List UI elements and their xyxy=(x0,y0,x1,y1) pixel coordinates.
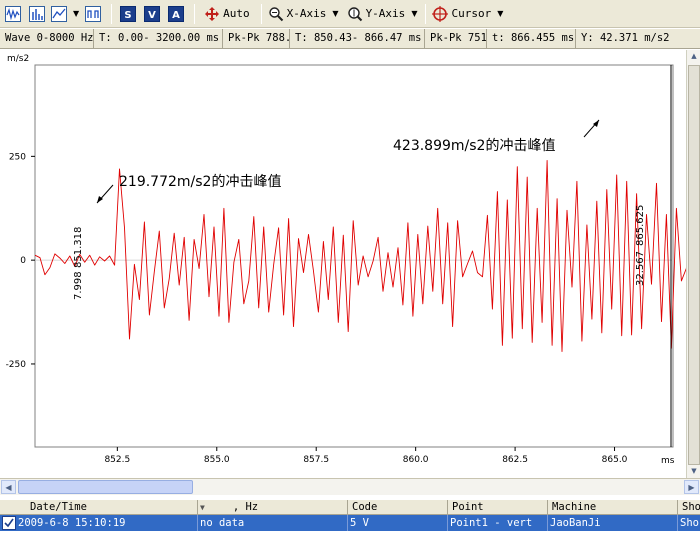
horizontal-scrollbar[interactable]: ◀ ▶ xyxy=(0,478,700,495)
filter-icon xyxy=(85,5,102,22)
spectrum-view-button[interactable] xyxy=(26,3,48,25)
plot-frame xyxy=(34,64,674,448)
record-checkbox-icon[interactable] xyxy=(2,516,16,530)
waveform-plot-area[interactable]: m/s2 ms 250 0 -250 852.5 855.0 857.5 860.0 862… xyxy=(0,50,700,478)
vertical-scale-button[interactable]: V xyxy=(141,3,163,25)
wave-range-readout: Wave 0-8000 Hz xyxy=(0,29,94,48)
cursor-time-range-readout: T: 850.43- 866.47 ms xyxy=(290,29,425,48)
toolbar: ▼ S V A Auto X-Axis ▼ Y-Axis ▼ Cursor ▼ xyxy=(0,0,700,28)
filter-button[interactable] xyxy=(82,3,104,25)
auto-scale-button[interactable]: Auto xyxy=(200,3,254,25)
x-axis-label: X-Axis xyxy=(286,7,327,20)
x-axis-ticks: 852.5 855.0 857.5 860.0 862.5 865.0 xyxy=(104,447,628,465)
x-axis-zoom-button[interactable]: X-Axis ▼ xyxy=(267,3,340,25)
dropdown-arrow-icon: ▼ xyxy=(411,9,418,18)
scale-icon: S xyxy=(120,5,137,22)
cell-extra: Sho xyxy=(680,517,699,529)
vibration-analyzer-window: ▼ S V A Auto X-Axis ▼ Y-Axis ▼ Cursor ▼ … xyxy=(0,0,700,533)
cursor-button[interactable]: Cursor ▼ xyxy=(431,3,504,25)
zoom-vertical-icon xyxy=(347,6,362,21)
cell-datetime: 2009-6-8 15:10:19 xyxy=(16,515,198,531)
time-range-readout: T: 0.00- 3200.00 ms xyxy=(94,29,223,48)
dropdown-arrow-icon: ▼ xyxy=(73,9,80,18)
waveform-icon xyxy=(5,5,21,22)
scroll-up-arrow-icon[interactable]: ▲ xyxy=(688,50,700,63)
move-arrows-icon xyxy=(205,6,220,21)
sort-arrow-icon: ▼ xyxy=(200,503,205,512)
y-axis-zoom-button[interactable]: Y-Axis ▼ xyxy=(346,3,419,25)
cell-frequency: no data xyxy=(198,515,348,531)
table-header-row: Date/Time ▼ , Hz Code Point Machine Sho xyxy=(0,499,700,515)
horizontal-scroll-thumb[interactable] xyxy=(18,480,193,494)
svg-text:S: S xyxy=(125,10,132,21)
chart-type-dropdown[interactable]: ▼ xyxy=(50,3,80,25)
cursor2-value-label: 32.567 xyxy=(635,251,646,286)
annotation-button[interactable]: A xyxy=(165,3,187,25)
column-header-point[interactable]: Point xyxy=(448,500,548,515)
cursor-t-readout: t: 866.455 ms xyxy=(487,29,576,48)
scale-button[interactable]: S xyxy=(117,3,139,25)
cursor2-time-label: 865.625 xyxy=(635,205,646,246)
cell-code: 5 V xyxy=(348,515,448,531)
cursor1-time-label: 851.318 xyxy=(73,227,84,268)
chart-type-icon xyxy=(51,5,67,22)
cursor-y-readout: Y: 42.371 m/s2 xyxy=(581,32,670,44)
column-header-frequency[interactable]: ▼ , Hz xyxy=(198,500,348,515)
vertical-scale-icon: V xyxy=(144,5,161,22)
y-tick-label: 250 xyxy=(9,152,26,162)
y-axis-ticks: 250 0 -250 xyxy=(6,152,35,370)
measurement-info-bar: Wave 0-8000 Hz T: 0.00- 3200.00 ms Pk-Pk… xyxy=(0,29,700,49)
annotation-label-2: 423.899m/s2的冲击峰值 xyxy=(393,138,555,154)
toolbar-separator xyxy=(194,3,196,24)
waveform-chart[interactable]: m/s2 ms 250 0 -250 852.5 855.0 857.5 860.0 862… xyxy=(0,50,700,478)
toolbar-separator xyxy=(260,3,262,24)
y-tick-label: -250 xyxy=(6,360,27,370)
y-axis-label: Y-Axis xyxy=(365,7,406,20)
x-tick-label: 860.0 xyxy=(403,455,429,465)
cell-point: Point1 - vert xyxy=(448,515,548,531)
x-tick-label: 855.0 xyxy=(204,455,230,465)
y-tick-label: 0 xyxy=(20,256,26,266)
cursor-label: Cursor xyxy=(451,7,492,20)
column-header-machine[interactable]: Machine xyxy=(548,500,678,515)
x-tick-label: 865.0 xyxy=(602,455,628,465)
svg-text:A: A xyxy=(172,10,180,21)
cell-machine: JaoBanJi xyxy=(548,515,678,531)
svg-text:V: V xyxy=(148,10,156,21)
toolbar-separator xyxy=(111,3,113,24)
table-row[interactable]: 2009-6-8 15:10:19 no data 5 V Point1 - v… xyxy=(0,515,700,531)
x-tick-label: 852.5 xyxy=(104,455,130,465)
spectrum-bars-icon xyxy=(29,5,45,22)
scroll-down-arrow-icon[interactable]: ▼ xyxy=(688,465,700,478)
x-tick-label: 857.5 xyxy=(303,455,329,465)
column-header-datetime[interactable]: Date/Time xyxy=(0,500,198,515)
x-axis-unit-label: ms xyxy=(661,456,675,466)
toolbar-separator xyxy=(425,3,427,24)
cursor-pkpk-readout: Pk-Pk 751 xyxy=(425,29,487,48)
annotation-label-1: 219.772m/s2的冲击峰值 xyxy=(119,174,281,190)
auto-label: Auto xyxy=(223,7,250,20)
column-header-extra[interactable]: Sho xyxy=(678,500,700,515)
waveform-view-button[interactable] xyxy=(2,3,24,25)
cursor1-value-label: 7.998 xyxy=(73,271,84,300)
pkpk-readout: Pk-Pk 788. xyxy=(223,29,290,48)
vertical-scrollbar[interactable]: ▲ ▼ xyxy=(686,50,700,478)
scroll-right-arrow-icon[interactable]: ▶ xyxy=(684,480,699,494)
dropdown-arrow-icon: ▼ xyxy=(332,9,339,18)
annotation-icon: A xyxy=(168,5,185,22)
column-header-code[interactable]: Code xyxy=(348,500,448,515)
x-tick-label: 862.5 xyxy=(502,455,528,465)
records-table: Date/Time ▼ , Hz Code Point Machine Sho 2… xyxy=(0,496,700,533)
column-header-frequency-label: , Hz xyxy=(232,501,259,513)
dropdown-arrow-icon: ▼ xyxy=(497,9,504,18)
zoom-magnifier-icon xyxy=(268,6,283,21)
scroll-left-arrow-icon[interactable]: ◀ xyxy=(1,480,16,494)
crosshair-icon xyxy=(432,5,449,22)
y-axis-unit-label: m/s2 xyxy=(7,54,29,64)
vertical-scroll-thumb[interactable] xyxy=(688,65,700,465)
